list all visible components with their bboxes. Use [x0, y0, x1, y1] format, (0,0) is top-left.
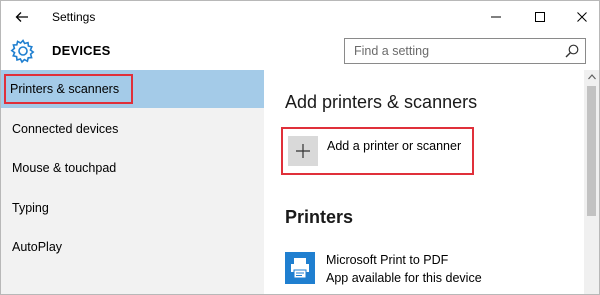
page-header: DEVICES: [1, 33, 599, 69]
window-title: Settings: [52, 10, 96, 24]
sidebar-nav: Printers & scanners Connected devices Mo…: [1, 70, 264, 294]
minimize-icon: [491, 16, 501, 18]
add-printer-label: Add a printer or scanner: [327, 139, 462, 153]
plus-icon: [288, 136, 318, 166]
add-printer-button[interactable]: Add a printer or scanner: [281, 127, 474, 175]
sidebar-item-typing[interactable]: Typing: [1, 189, 264, 227]
search-icon[interactable]: [565, 44, 579, 58]
gear-icon: [10, 39, 35, 64]
printer-name: Microsoft Print to PDF: [326, 253, 449, 267]
title-bar: Settings: [1, 1, 599, 33]
maximize-button[interactable]: [525, 5, 555, 29]
sidebar-item-mouse-touchpad[interactable]: Mouse & touchpad: [1, 149, 264, 187]
minimize-button[interactable]: [481, 5, 511, 29]
printer-list-item[interactable]: Microsoft Print to PDF App available for…: [285, 250, 565, 290]
settings-window: Settings DEVICES Find a setting Printers…: [0, 0, 600, 295]
sidebar-item-label: Connected devices: [12, 122, 119, 136]
sidebar-item-label: Typing: [12, 201, 49, 215]
vertical-scrollbar[interactable]: [584, 70, 599, 294]
main-content: Add printers & scanners Add a printer or…: [264, 70, 584, 294]
search-input[interactable]: [345, 39, 559, 63]
sidebar-item-autoplay[interactable]: AutoPlay: [1, 228, 264, 266]
sidebar-item-label: Mouse & touchpad: [12, 161, 117, 175]
sidebar-item-label: Printers & scanners: [3, 74, 134, 104]
add-printers-heading: Add printers & scanners: [285, 92, 478, 112]
sidebar-item-connected-devices[interactable]: Connected devices: [1, 110, 264, 148]
back-arrow-icon: [15, 12, 28, 22]
section-title: DEVICES: [52, 43, 111, 58]
printer-status: App available for this device: [326, 271, 482, 285]
sidebar-item-label: AutoPlay: [12, 240, 63, 254]
search-box[interactable]: [344, 38, 586, 64]
close-icon: [577, 12, 587, 22]
scroll-up-arrow-icon[interactable]: [584, 70, 599, 84]
printers-heading: Printers: [285, 207, 354, 227]
pdf-printer-icon: [285, 252, 315, 284]
close-button[interactable]: [567, 5, 597, 29]
maximize-icon: [535, 12, 545, 22]
sidebar-item-printers-scanners[interactable]: Printers & scanners: [1, 70, 264, 108]
back-button[interactable]: [11, 7, 33, 27]
scrollbar-thumb[interactable]: [587, 86, 596, 216]
